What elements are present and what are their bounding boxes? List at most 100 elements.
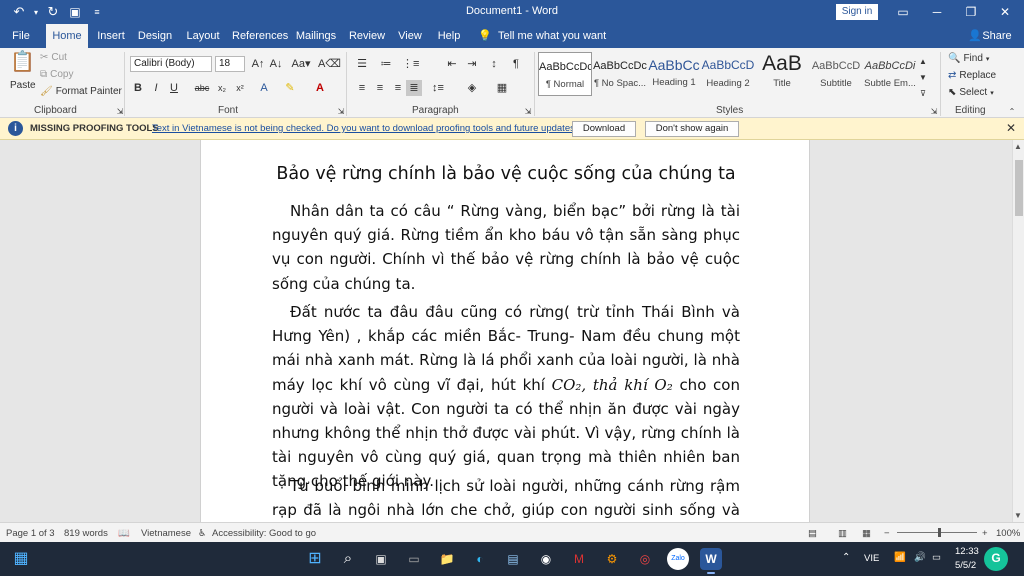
task-view-icon[interactable]: ▣ [370, 548, 392, 570]
change-case-icon[interactable]: Aa▾ [290, 56, 312, 72]
save-icon[interactable]: ▣ [66, 5, 84, 19]
chevron-up-icon[interactable]: ⌃ [842, 552, 850, 563]
vertical-scrollbar[interactable]: ▲ ▼ [1012, 140, 1024, 522]
tab-mailings[interactable]: Mailings [294, 24, 338, 48]
language-indicator[interactable]: Vietnamese [141, 528, 191, 539]
tab-view[interactable]: View [396, 24, 424, 48]
file-explorer-icon[interactable]: 📁 [436, 548, 458, 570]
input-language[interactable]: VIE [864, 553, 879, 564]
close-icon[interactable]: ✕ [988, 0, 1022, 24]
scroll-up-icon[interactable]: ▲ [1014, 142, 1022, 151]
undo-icon[interactable]: ↶ [10, 4, 28, 20]
styles-more-icon[interactable]: ⊽ [918, 86, 928, 102]
scroll-down-icon[interactable]: ▼ [1014, 511, 1022, 520]
word-icon[interactable]: W [700, 548, 722, 574]
sort-icon[interactable]: ↕ [486, 56, 502, 72]
increase-indent-icon[interactable]: ⇥ [464, 56, 480, 72]
line-spacing-icon[interactable]: ↕≡ [430, 80, 446, 96]
strikethrough-icon[interactable]: abc [194, 80, 210, 96]
customize-icon[interactable]: ≡ [88, 7, 106, 17]
italic-icon[interactable]: I [148, 80, 164, 96]
bullets-icon[interactable]: ☰ [354, 56, 370, 72]
chrome-icon[interactable]: ◎ [634, 548, 656, 570]
font-size-dropdown[interactable]: 18 [215, 56, 245, 72]
style-subtle-emphasis[interactable]: AaBbCcDi Subtle Em... [863, 52, 917, 96]
battery-icon[interactable]: ▭ [932, 552, 941, 563]
tab-layout[interactable]: Layout [184, 24, 222, 48]
styles-scroll-down-icon[interactable]: ▼ [918, 70, 928, 86]
paste-icon[interactable]: 📋 [10, 52, 35, 78]
clock-date[interactable]: 5/5/2 [955, 560, 976, 571]
sign-in-button[interactable]: Sign in [836, 4, 878, 20]
grow-font-icon[interactable]: A↑ [250, 56, 266, 72]
chat-icon[interactable]: ▭ [403, 548, 425, 570]
accessibility-status[interactable]: Accessibility: Good to go [212, 528, 316, 539]
superscript-icon[interactable]: x² [232, 80, 248, 96]
search-icon[interactable]: ⌕ [337, 548, 359, 570]
tab-insert[interactable]: Insert [92, 24, 130, 48]
copy-button[interactable]: ⧉ Copy [40, 69, 74, 80]
zalo-icon[interactable]: Zalo [667, 548, 689, 570]
start-icon[interactable]: ⊞ [304, 548, 326, 570]
document-page[interactable]: Bảo vệ rừng chính là bảo vệ cuộc sống củ… [200, 140, 810, 522]
style-no-spacing[interactable]: AaBbCcDc ¶ No Spac... [593, 52, 647, 96]
shrink-font-icon[interactable]: A↓ [268, 56, 284, 72]
redo-icon[interactable]: ↻ [44, 4, 62, 20]
widgets-icon[interactable]: ▦ [10, 548, 32, 570]
zoom-level[interactable]: 100% [996, 528, 1020, 539]
print-layout-icon[interactable]: ▦ [862, 528, 871, 539]
select-button[interactable]: ⬉ Select ▾ [948, 87, 994, 98]
edge-icon[interactable]: ◐ [469, 548, 491, 570]
numbering-icon[interactable]: ≔ [378, 56, 394, 72]
font-name-dropdown[interactable]: Calibri (Body) [130, 56, 212, 72]
close-icon[interactable]: ✕ [1006, 121, 1016, 135]
download-button[interactable]: Download [572, 121, 636, 137]
scrollbar-thumb[interactable] [1015, 160, 1023, 216]
page-count[interactable]: Page 1 of 3 [6, 528, 55, 539]
read-mode-icon[interactable]: ▥ [838, 528, 847, 539]
cut-button[interactable]: ✂ Cut [40, 52, 67, 63]
word-count[interactable]: 819 words [64, 528, 108, 539]
volume-icon[interactable]: 🔊 [914, 552, 926, 563]
clock-time[interactable]: 12:33 [955, 546, 979, 557]
message-link[interactable]: Text in Vietnamese is not being checked.… [152, 123, 580, 134]
style-subtitle[interactable]: AaBbCcD Subtitle [809, 52, 863, 96]
zoom-slider-thumb[interactable] [938, 528, 941, 537]
tab-references[interactable]: References [232, 24, 288, 48]
tell-me-search[interactable]: Tell me what you want to do [498, 24, 618, 66]
zoom-out-icon[interactable]: − [884, 528, 890, 539]
ribbon-display-icon[interactable]: ▭ [886, 0, 920, 24]
paste-button[interactable]: Paste [10, 80, 36, 91]
mcafee-icon[interactable]: M [568, 548, 590, 570]
format-painter-button[interactable]: 🖌 Format Painter [40, 86, 122, 97]
style-heading-2[interactable]: AaBbCcD Heading 2 [701, 52, 755, 96]
styles-scroll-up-icon[interactable]: ▲ [918, 54, 928, 70]
multilevel-list-icon[interactable]: ⋮≡ [402, 56, 419, 72]
underline-icon[interactable]: U [166, 80, 182, 96]
align-center-icon[interactable]: ≡ [372, 80, 388, 96]
grammarly-icon[interactable]: G [984, 547, 1008, 571]
shading-icon[interactable]: ◈ [464, 80, 480, 96]
align-left-icon[interactable]: ≡ [354, 80, 370, 96]
tab-file[interactable]: File [6, 24, 36, 48]
style-normal[interactable]: AaBbCcDc ¶ Normal [538, 52, 592, 96]
justify-icon[interactable]: ≣ [406, 80, 422, 96]
github-icon[interactable]: ◉ [535, 548, 557, 570]
clear-formatting-icon[interactable]: A⌫ [318, 56, 341, 72]
font-color-icon[interactable]: A [312, 80, 328, 96]
highlight-icon[interactable]: ✎ [282, 80, 298, 96]
style-heading-1[interactable]: AaBbCc Heading 1 [647, 52, 701, 96]
replace-button[interactable]: ⇄ Replace [948, 70, 996, 81]
dropdown-arrow-icon[interactable]: ▾ [32, 8, 40, 17]
tab-home[interactable]: Home [46, 24, 88, 48]
proofing-icon[interactable]: 📖 [118, 528, 130, 539]
minimize-icon[interactable]: ─ [920, 0, 954, 24]
show-marks-icon[interactable]: ¶ [508, 56, 524, 72]
maximize-icon[interactable]: ❐ [954, 0, 988, 24]
find-button[interactable]: 🔍 Find ▾ [948, 53, 989, 64]
store-icon[interactable]: ▤ [502, 548, 524, 570]
style-title[interactable]: AaB Title [755, 52, 809, 96]
subscript-icon[interactable]: x₂ [214, 80, 230, 96]
align-right-icon[interactable]: ≡ [390, 80, 406, 96]
decrease-indent-icon[interactable]: ⇤ [444, 56, 460, 72]
